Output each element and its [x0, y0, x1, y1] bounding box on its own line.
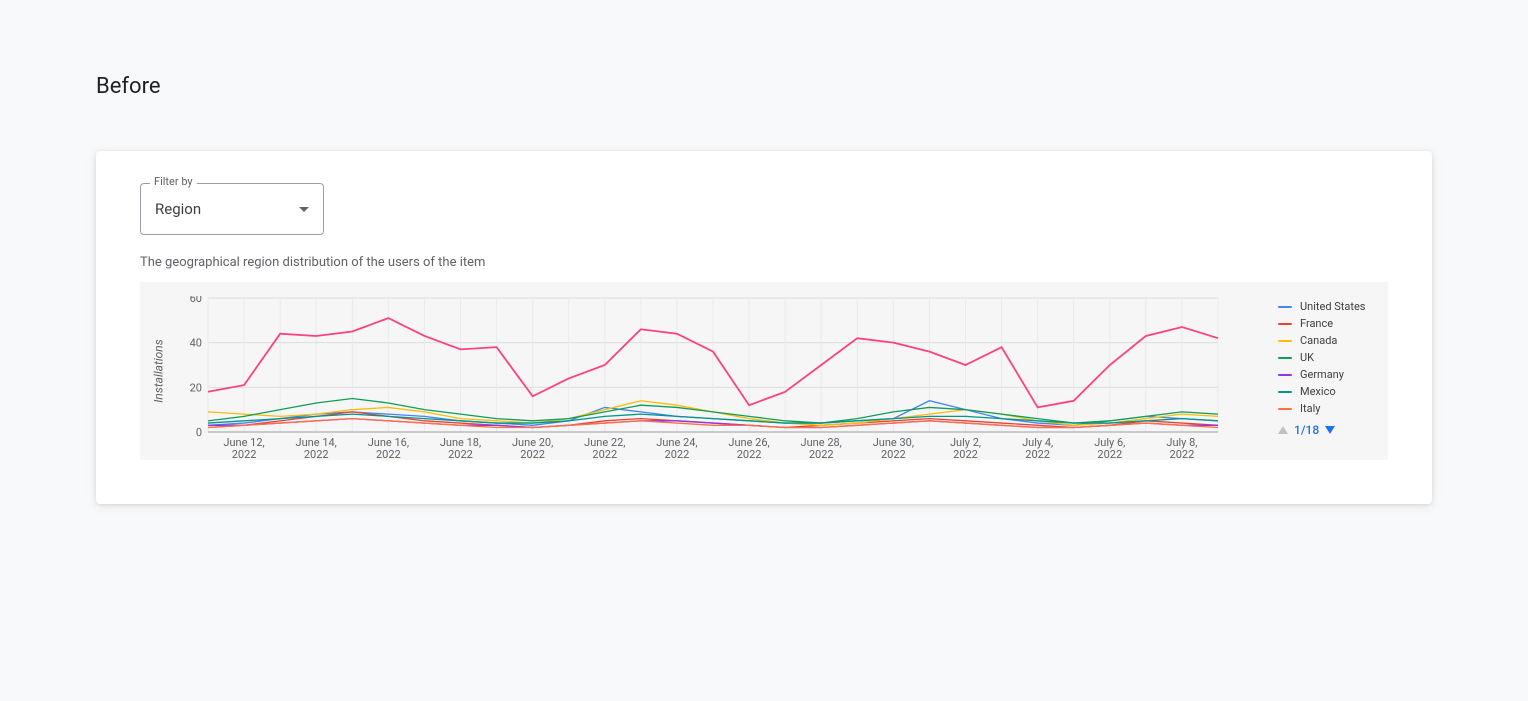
triangle-up-icon: [1278, 426, 1288, 434]
svg-text:40: 40: [190, 337, 202, 350]
svg-text:2022: 2022: [1170, 448, 1195, 460]
svg-text:20: 20: [190, 381, 202, 394]
page-title: Before: [96, 74, 1432, 99]
y-axis-label: Installations: [152, 339, 166, 402]
legend-label: UK: [1300, 351, 1314, 364]
filter-by-control: Filter by Region: [140, 183, 324, 235]
legend-item[interactable]: Mexico: [1278, 383, 1382, 400]
legend-item[interactable]: United States: [1278, 298, 1382, 315]
svg-text:2022: 2022: [953, 448, 978, 460]
svg-text:2022: 2022: [665, 448, 690, 460]
plot-area: 0204060June 12,2022June 14,2022June 16,2…: [178, 282, 1270, 460]
svg-text:2022: 2022: [376, 448, 401, 460]
legend-swatch: [1278, 374, 1292, 376]
svg-text:2022: 2022: [232, 448, 257, 460]
triangle-down-icon[interactable]: [1325, 426, 1335, 434]
legend-page-indicator: 1/18: [1294, 423, 1319, 437]
legend-label: Germany: [1300, 368, 1344, 381]
svg-text:2022: 2022: [592, 448, 617, 460]
chart-description: The geographical region distribution of …: [140, 255, 1388, 270]
legend-item[interactable]: France: [1278, 315, 1382, 332]
line-chart-svg: 0204060June 12,2022June 14,2022June 16,2…: [178, 296, 1226, 460]
legend-item[interactable]: UK: [1278, 349, 1382, 366]
legend-pager: 1/18: [1278, 423, 1382, 437]
legend-swatch: [1278, 306, 1292, 308]
legend-swatch: [1278, 323, 1292, 325]
legend-item[interactable]: Canada: [1278, 332, 1382, 349]
filter-selected-value: Region: [155, 200, 201, 218]
chart-container: Installations 0204060June 12,2022June 14…: [140, 282, 1388, 460]
legend-swatch: [1278, 357, 1292, 359]
legend: United States France Canada UK Germany Mexico…: [1270, 282, 1388, 460]
legend-label: Italy: [1300, 402, 1320, 415]
legend-label: United States: [1300, 300, 1365, 313]
svg-text:2022: 2022: [1097, 448, 1122, 460]
svg-text:2022: 2022: [304, 448, 329, 460]
svg-text:0: 0: [196, 426, 202, 439]
legend-label: Mexico: [1300, 385, 1336, 398]
legend-item[interactable]: Italy: [1278, 400, 1382, 417]
chevron-down-icon: [299, 207, 309, 212]
svg-text:2022: 2022: [448, 448, 473, 460]
y-axis-label-col: Installations: [140, 282, 178, 460]
svg-text:2022: 2022: [1025, 448, 1050, 460]
legend-item[interactable]: Germany: [1278, 366, 1382, 383]
analytics-card: Filter by Region The geographical region…: [96, 151, 1432, 504]
legend-swatch: [1278, 340, 1292, 342]
legend-swatch: [1278, 391, 1292, 393]
legend-label: France: [1300, 317, 1333, 330]
svg-text:2022: 2022: [520, 448, 545, 460]
svg-text:2022: 2022: [809, 448, 834, 460]
filter-label: Filter by: [150, 175, 197, 188]
legend-swatch: [1278, 408, 1292, 410]
svg-text:60: 60: [190, 296, 202, 305]
filter-select[interactable]: Region: [140, 183, 324, 235]
svg-text:2022: 2022: [737, 448, 762, 460]
svg-text:2022: 2022: [881, 448, 906, 460]
legend-label: Canada: [1300, 334, 1337, 347]
